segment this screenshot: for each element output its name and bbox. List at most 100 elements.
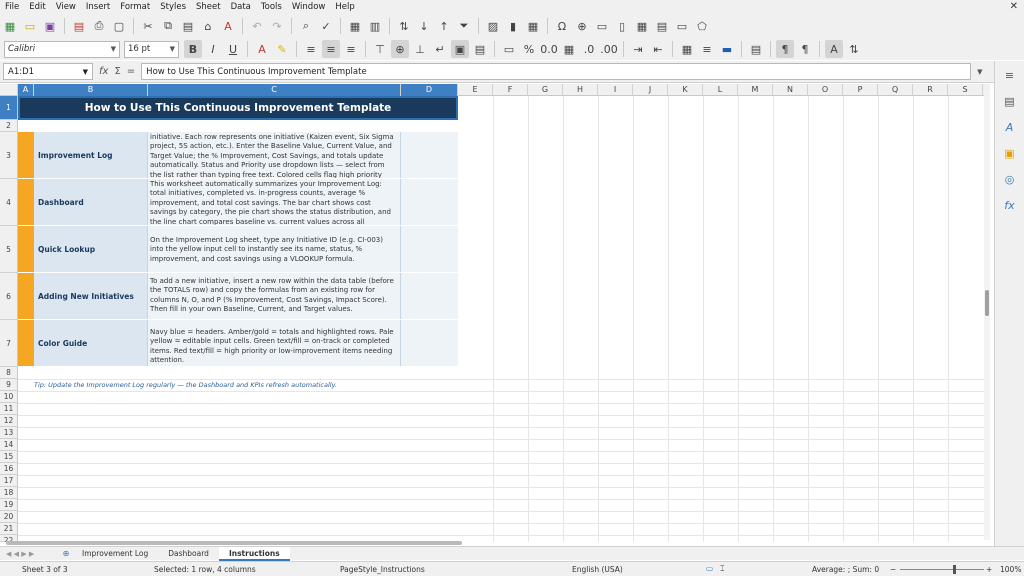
column-header-l[interactable]: L [703, 84, 738, 96]
date-format-icon[interactable]: ▦ [560, 40, 578, 58]
row-header-21[interactable]: 21 [0, 523, 18, 535]
column-header-n[interactable]: N [773, 84, 808, 96]
menu-data[interactable]: Data [226, 2, 256, 12]
delete-decimal-icon[interactable]: .00 [600, 40, 618, 58]
styles-icon[interactable]: A [1002, 119, 1018, 135]
column-header-e[interactable]: E [458, 84, 493, 96]
row-header-6[interactable]: 6 [0, 273, 18, 320]
underline-icon[interactable]: U [224, 40, 242, 58]
border-style-icon[interactable]: ≡ [698, 40, 716, 58]
merge-cells-icon[interactable]: ▣ [451, 40, 469, 58]
column-header-o[interactable]: O [808, 84, 843, 96]
formula-input[interactable]: How to Use This Continuous Improvement T… [141, 63, 972, 80]
row-header-13[interactable]: 13 [0, 427, 18, 439]
page-style[interactable]: PageStyle_Instructions [340, 565, 425, 574]
special-character-icon[interactable]: Ω [553, 17, 571, 35]
currency-format-icon[interactable]: ▭ [500, 40, 518, 58]
row-header-7[interactable]: 7 [0, 320, 18, 367]
new-icon[interactable]: ▦ [1, 17, 19, 35]
insert-chart-icon[interactable]: ▮ [504, 17, 522, 35]
section-spacer-cell[interactable] [401, 273, 458, 319]
formula-icon[interactable]: = [127, 66, 135, 77]
zoom-slider-handle[interactable] [953, 565, 956, 574]
section-label[interactable]: Adding New Initiatives [34, 273, 148, 319]
section-label[interactable]: Improvement Log [34, 132, 148, 178]
bold-icon[interactable]: B [184, 40, 202, 58]
column-header-p[interactable]: P [843, 84, 878, 96]
properties-icon[interactable]: ▤ [1002, 93, 1018, 109]
page-title[interactable]: How to Use This Continuous Improvement T… [18, 96, 458, 120]
column-header-c[interactable]: C [148, 84, 401, 96]
gallery-icon[interactable]: ▣ [1002, 145, 1018, 161]
number-format-icon[interactable]: 0.0 [540, 40, 558, 58]
navigator-icon[interactable]: ◎ [1002, 171, 1018, 187]
chevron-down-icon[interactable]: ▼ [170, 45, 175, 53]
function-wizard-icon[interactable]: fx [99, 66, 108, 77]
row-header-9[interactable]: 9 [0, 379, 18, 391]
font-name-combo[interactable]: Calibri ▼ [4, 40, 120, 58]
row-header-11[interactable]: 11 [0, 403, 18, 415]
section-description[interactable]: initiative. Each row represents one init… [148, 132, 401, 178]
column-header-a[interactable]: A [18, 84, 34, 96]
section-label[interactable]: Quick Lookup [34, 226, 148, 272]
open-icon[interactable]: ▭ [21, 17, 39, 35]
menu-format[interactable]: Format [115, 2, 155, 12]
unmerge-cells-icon[interactable]: ▤ [471, 40, 489, 58]
menu-view[interactable]: View [51, 2, 81, 12]
section-description[interactable]: This worksheet automatically summarizes … [148, 179, 401, 225]
text-direction-horizontal-icon[interactable]: A [825, 40, 843, 58]
print-preview-icon[interactable]: ▢ [110, 17, 128, 35]
highlight-color-icon[interactable]: ✎ [273, 40, 291, 58]
section-description[interactable]: On the Improvement Log sheet, type any I… [148, 226, 401, 272]
split-window-icon[interactable]: ▭ [673, 17, 691, 35]
borders-icon[interactable]: ▦ [678, 40, 696, 58]
column-icon[interactable]: ▥ [366, 17, 384, 35]
sort-descending-icon[interactable]: ↑ [435, 17, 453, 35]
column-header-i[interactable]: I [598, 84, 633, 96]
column-header-d[interactable]: D [401, 84, 458, 96]
tip-text[interactable]: Tip: Update the Improvement Log regularl… [34, 381, 454, 392]
pivot-table-icon[interactable]: ▦ [524, 17, 542, 35]
row-header-12[interactable]: 12 [0, 415, 18, 427]
section-label[interactable]: Dashboard [34, 179, 148, 225]
chevron-down-icon[interactable]: ▼ [83, 68, 88, 76]
menu-file[interactable]: File [0, 2, 24, 12]
row-header-16[interactable]: 16 [0, 463, 18, 475]
paste-icon[interactable]: ▤ [179, 17, 197, 35]
align-bottom-icon[interactable]: ⊥ [411, 40, 429, 58]
spelling-icon[interactable]: ✓ [317, 17, 335, 35]
column-header-b[interactable]: B [34, 84, 148, 96]
language-status[interactable]: English (USA) [572, 565, 623, 574]
functions-icon[interactable]: fx [1002, 197, 1018, 213]
close-document-icon[interactable]: ✕ [1010, 1, 1018, 12]
align-left-icon[interactable]: ≡ [302, 40, 320, 58]
row-icon[interactable]: ▦ [346, 17, 364, 35]
menu-insert[interactable]: Insert [81, 2, 115, 12]
row-header-5[interactable]: 5 [0, 226, 18, 273]
add-sheet-icon[interactable]: ⊕ [60, 549, 72, 558]
vertical-scrollbar[interactable] [984, 90, 990, 540]
row-header-20[interactable]: 20 [0, 511, 18, 523]
percent-format-icon[interactable]: % [520, 40, 538, 58]
redo-icon[interactable]: ↷ [268, 17, 286, 35]
zoom-in-icon[interactable]: + [986, 565, 992, 574]
row-header-17[interactable]: 17 [0, 475, 18, 487]
column-header-g[interactable]: G [528, 84, 563, 96]
tab-navigation[interactable]: ◀ ◀ ▶ ▶ [0, 550, 60, 558]
column-header-h[interactable]: H [563, 84, 598, 96]
expand-formula-bar-icon[interactable]: ▼ [977, 68, 982, 76]
row-header-10[interactable]: 10 [0, 391, 18, 403]
font-color-icon[interactable]: A [253, 40, 271, 58]
center-vertically-icon[interactable]: ⊕ [391, 40, 409, 58]
row-header-19[interactable]: 19 [0, 499, 18, 511]
conditional-format-icon[interactable]: ▤ [747, 40, 765, 58]
section-spacer-cell[interactable] [401, 226, 458, 272]
row-header-4[interactable]: 4 [0, 179, 18, 226]
spreadsheet-grid[interactable]: A B C D E F G H I J K L M N O P Q R S 1 … [0, 84, 990, 542]
hyperlink-icon[interactable]: ⊕ [573, 17, 591, 35]
section-spacer-cell[interactable] [401, 179, 458, 225]
define-print-area-icon[interactable]: ▦ [633, 17, 651, 35]
align-center-icon[interactable]: ≡ [322, 40, 340, 58]
align-right-icon[interactable]: ≡ [342, 40, 360, 58]
column-header-r[interactable]: R [913, 84, 948, 96]
